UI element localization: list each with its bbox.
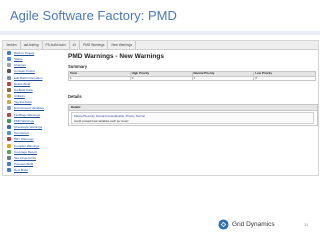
left-arrow-icon — [7, 162, 11, 167]
sidebar-item-label: Edit Build Information — [14, 75, 43, 80]
details-panel: Details Planner/Security: DomainContextE… — [68, 104, 318, 126]
summary-table: Total High Priority Normal Priority Low … — [68, 71, 316, 82]
table-row: 1 0 1 0 — [68, 75, 316, 82]
sidebar-item[interactable]: Tag this build — [7, 100, 67, 106]
sidebar-item[interactable]: Next Build — [7, 168, 67, 174]
sidebar-item-label: See Fingerprints — [14, 155, 37, 160]
notepad-icon — [7, 63, 11, 68]
warning-entry: Planner/Security: DomainContextEnable, P… — [71, 112, 314, 124]
sidebar-item[interactable]: Edit Build Information — [7, 75, 67, 81]
sidebar-item[interactable]: Environment Variables — [7, 106, 67, 112]
sidebar-item-label: Previous Build — [14, 162, 34, 167]
package-icon — [7, 94, 11, 99]
sidebar-item[interactable]: Previous Build — [7, 161, 67, 167]
sidebar: Back to Project Status Changes Console Outp… — [3, 50, 67, 175]
warning-icon — [7, 143, 11, 148]
breadcrumb-item[interactable]: PMD Warnings — [80, 41, 109, 49]
coverage-icon — [7, 149, 11, 154]
chart-icon — [7, 131, 11, 136]
sidebar-item[interactable]: Compiler Warnings — [7, 143, 67, 149]
gear-icon — [7, 106, 11, 111]
sidebar-item[interactable]: Git Build Data — [7, 87, 67, 93]
grid-dynamics-logo-icon — [218, 219, 229, 230]
sidebar-item[interactable]: PMD Warnings — [7, 118, 67, 124]
value-low[interactable]: 0 — [253, 75, 316, 82]
sidebar-item-label: Next Build — [14, 168, 28, 173]
warning-file-link[interactable]: Planner/Security: DomainContextEnable, P… — [74, 114, 145, 118]
sidebar-item[interactable]: Checkstyle Warnings — [7, 124, 67, 130]
sidebar-item-label: Console Output — [14, 69, 35, 74]
sidebar-item-label: Coverage Report — [14, 149, 37, 154]
page-number: 34 — [304, 222, 309, 227]
edit-icon — [7, 75, 11, 80]
page-title: PMD Warnings - New Warnings — [68, 53, 164, 60]
slide-title: Agile Software Factory: PMD — [10, 8, 177, 23]
sidebar-item[interactable]: Status — [7, 56, 67, 62]
search-icon — [7, 56, 11, 61]
sidebar-item[interactable]: Coverage Report — [7, 149, 67, 155]
brand-logo: Grid Dynamics — [218, 219, 275, 230]
sidebar-item[interactable]: Delete Build — [7, 81, 67, 87]
breadcrumb-item[interactable]: #1 — [70, 41, 81, 49]
sidebar-item-label: Git Build Data — [14, 87, 33, 92]
breadcrumb-item[interactable]: Jenkins — [3, 41, 21, 49]
sidebar-item[interactable]: See Fingerprints — [7, 155, 67, 161]
breadcrumb: Jenkins asf-testing PS-build-main #1 PMD… — [3, 41, 318, 50]
sidebar-item-label: Test Result — [14, 131, 29, 136]
sidebar-item[interactable]: Console Output — [7, 69, 67, 75]
summary-heading: Summary — [68, 64, 88, 69]
sidebar-item-label: Status — [14, 56, 23, 61]
fingerprint-icon — [7, 155, 11, 160]
right-arrow-icon — [7, 168, 11, 173]
sidebar-item-label: Changes — [14, 63, 27, 68]
sidebar-item-label: DRY Warnings — [14, 137, 34, 142]
sidebar-item-label: Checkstyle Warnings — [14, 125, 43, 130]
up-arrow-icon — [7, 50, 11, 55]
jenkins-screenshot: Jenkins asf-testing PS-build-main #1 PMD… — [2, 40, 319, 176]
main-content: PMD Warnings - New Warnings Summary Tota… — [67, 50, 318, 175]
sidebar-item-label: Tag this build — [14, 100, 32, 105]
sidebar-item[interactable]: Artifacts — [7, 93, 67, 99]
sidebar-item-label: Environment Variables — [14, 106, 44, 111]
pmd-icon — [7, 118, 11, 123]
sidebar-item[interactable]: Test Result — [7, 130, 67, 136]
delete-icon — [7, 81, 11, 86]
bug-icon — [7, 112, 11, 117]
breadcrumb-item[interactable]: PS-build-main — [43, 41, 70, 49]
git-icon — [7, 87, 11, 92]
warning-message: Avoid unused local variables such as 'co… — [74, 118, 130, 123]
sidebar-item-label: Compiler Warnings — [14, 143, 40, 148]
sidebar-item[interactable]: Changes — [7, 62, 67, 68]
details-heading: Details — [68, 94, 82, 99]
sidebar-item-label: Artifacts — [14, 94, 25, 99]
terminal-icon — [7, 69, 11, 74]
brand-name: Grid Dynamics — [232, 221, 275, 228]
check-icon — [7, 125, 11, 130]
value-total[interactable]: 1 — [68, 75, 131, 82]
title-divider — [0, 31, 320, 35]
sidebar-item[interactable]: FindBugs Warnings — [7, 112, 67, 118]
value-normal[interactable]: 1 — [191, 75, 255, 82]
sidebar-item-label: PMD Warnings — [14, 118, 35, 123]
tab-details[interactable]: Details — [69, 105, 317, 111]
breadcrumb-item[interactable]: New Warnings — [108, 41, 137, 49]
sidebar-item-label: FindBugs Warnings — [14, 112, 41, 117]
sidebar-item[interactable]: Back to Project — [7, 50, 67, 56]
value-high[interactable]: 0 — [129, 75, 193, 82]
sidebar-item[interactable]: DRY Warnings — [7, 137, 67, 143]
tag-icon — [7, 100, 11, 105]
sidebar-item-label: Back to Project — [14, 50, 35, 55]
dry-icon — [7, 137, 11, 142]
breadcrumb-item[interactable]: asf-testing — [21, 41, 43, 49]
sidebar-item-label: Delete Build — [14, 81, 31, 86]
